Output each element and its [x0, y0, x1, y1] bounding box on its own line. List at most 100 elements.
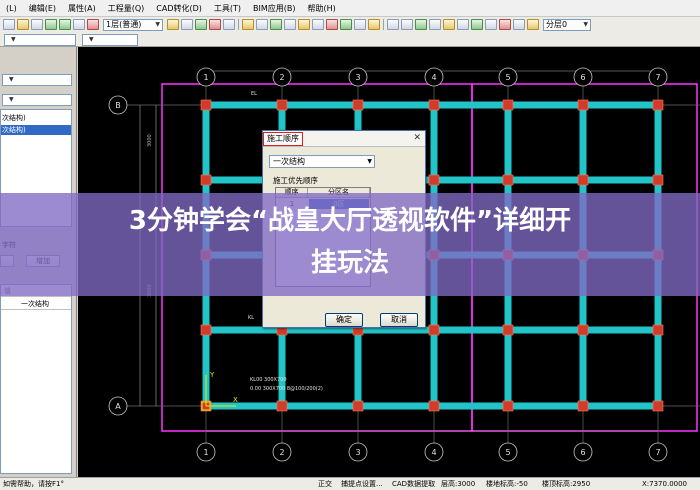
column — [502, 324, 514, 336]
open-folder-icon[interactable] — [17, 19, 29, 30]
axis-bubble-bottom: 5 — [498, 442, 518, 462]
status-bar: 如需帮助，请按F1° 正交 捕提点设置... CAD数据提取 层高:3000 楼… — [0, 477, 700, 490]
column — [352, 99, 364, 111]
view-3d-icon[interactable] — [471, 19, 483, 30]
structure-select[interactable]: 一次结构 ▼ — [269, 155, 375, 168]
column — [200, 174, 212, 186]
menu-item-file[interactable]: (L) — [0, 0, 23, 17]
column — [652, 324, 664, 336]
column — [577, 174, 589, 186]
menu-item-help[interactable]: 帮助(H) — [302, 0, 342, 17]
display-icon[interactable] — [499, 19, 511, 30]
svg-text:3: 3 — [355, 448, 360, 457]
svg-text:6: 6 — [580, 448, 585, 457]
column — [577, 400, 589, 412]
refresh-icon[interactable] — [513, 19, 525, 30]
pen-icon[interactable] — [195, 19, 207, 30]
zoom-out-icon[interactable] — [401, 19, 413, 30]
rotate-icon[interactable] — [457, 19, 469, 30]
print-icon[interactable] — [368, 19, 380, 30]
axis-bubble-row: B — [108, 95, 128, 115]
check-icon[interactable] — [270, 19, 282, 30]
chevron-down-icon: ▼ — [9, 96, 14, 103]
beam-note-2: 0.00 300X700 8@100/200(2) — [250, 386, 323, 392]
priority-group-label: 施工优先顺序 — [273, 176, 318, 185]
axis-bubble-bottom: 3 — [348, 442, 368, 462]
menu-item-cad-convert[interactable]: CAD转化(D) — [150, 0, 208, 17]
floor-select[interactable]: 1层(普通) ▼ — [103, 18, 163, 31]
title-overlay-banner: 3分钟学会“战皇大厅透视软件”详细开 挂玩法 — [0, 193, 700, 296]
overlay-title-line-1: 3分钟学会“战皇大厅透视软件”详细开 — [128, 206, 572, 236]
svg-text:5: 5 — [505, 73, 510, 82]
book-icon[interactable] — [284, 19, 296, 30]
redo-icon[interactable] — [59, 19, 71, 30]
column — [428, 174, 440, 186]
table-icon[interactable] — [312, 19, 324, 30]
axis-bubble-top: 2 — [272, 67, 292, 87]
status-snap[interactable]: 捕提点设置... — [341, 478, 383, 490]
list-item-selected[interactable]: 次结构) — [1, 125, 71, 135]
menu-item-quantity[interactable]: 工程量(Q) — [102, 0, 151, 17]
toolbar-divider — [383, 19, 384, 30]
panel-filter-select[interactable]: ▼ — [2, 94, 72, 106]
grid-divider — [1, 296, 71, 297]
svg-text:1: 1 — [203, 448, 208, 457]
axis-bubble-row: A — [108, 396, 128, 416]
menu-bar: (L) 编辑(E) 属性(A) 工程量(Q) CAD转化(D) 工具(T) BI… — [0, 0, 700, 17]
menu-item-tools[interactable]: 工具(T) — [208, 0, 247, 17]
component-name-select[interactable]: ▼ — [82, 33, 138, 46]
new-file-icon[interactable] — [3, 19, 15, 30]
column — [428, 99, 440, 111]
toolbar: 1层(普通) ▼ 分层0 ▼ ▼ ▼ — [0, 17, 700, 47]
toolbar-divider — [238, 19, 239, 30]
dialog-title-bar[interactable]: 施工顺序 ✕ — [263, 131, 425, 147]
lock-icon[interactable] — [354, 19, 366, 30]
save-icon[interactable] — [31, 19, 43, 30]
list-item[interactable]: 次结构) — [2, 113, 26, 123]
cancel-button[interactable]: 取消 — [380, 313, 418, 327]
close-icon[interactable]: ✕ — [413, 133, 421, 143]
beam-note-1: KL00 300X700 — [250, 377, 287, 383]
axis-bubble-bottom: 2 — [272, 442, 292, 462]
pan-icon[interactable] — [429, 19, 441, 30]
dimension-label: 3000 — [147, 134, 153, 147]
orbit-icon[interactable] — [485, 19, 497, 30]
property-value[interactable]: 一次结构 — [21, 299, 49, 309]
layers-icon[interactable] — [298, 19, 310, 30]
layer-select[interactable]: 分层0 ▼ — [543, 18, 591, 31]
column — [577, 324, 589, 336]
panel-select[interactable]: ▼ — [2, 74, 72, 86]
zoom-window-icon[interactable] — [415, 19, 427, 30]
status-coord: X:7370.0000 — [642, 480, 688, 488]
label-el: EL — [251, 91, 257, 97]
svg-text:1: 1 — [203, 73, 208, 82]
status-orth[interactable]: 正交 — [318, 478, 332, 490]
menu-item-edit[interactable]: 编辑(E) — [23, 0, 62, 17]
menu-item-bim[interactable]: BIM应用(B) — [247, 0, 301, 17]
filter-icon[interactable] — [181, 19, 193, 30]
grid-icon[interactable] — [223, 19, 235, 30]
component-type-select[interactable]: ▼ — [4, 33, 76, 46]
delete-icon[interactable] — [87, 19, 99, 30]
axis-bubble-top: 1 — [196, 67, 216, 87]
axis-bubble-bottom: 1 — [196, 442, 216, 462]
cross-icon[interactable] — [209, 19, 221, 30]
status-cad[interactable]: CAD数据提取 — [392, 478, 435, 490]
select-icon[interactable] — [242, 19, 254, 30]
ok-button[interactable]: 确定 — [325, 313, 363, 327]
layer-select-value: 分层0 — [546, 19, 568, 29]
svg-text:A: A — [115, 402, 121, 411]
copy-icon[interactable] — [73, 19, 85, 30]
column — [276, 99, 288, 111]
grid-divider — [1, 309, 71, 310]
menu-item-attributes[interactable]: 属性(A) — [62, 0, 102, 17]
column — [428, 400, 440, 412]
window-icon[interactable] — [256, 19, 268, 30]
zoom-in-icon[interactable] — [387, 19, 399, 30]
settings-icon[interactable] — [527, 19, 539, 30]
flag-icon[interactable] — [326, 19, 338, 30]
undo-icon[interactable] — [45, 19, 57, 30]
zoom-extents-icon[interactable] — [443, 19, 455, 30]
tree-icon[interactable] — [340, 19, 352, 30]
layer-icon[interactable] — [167, 19, 179, 30]
